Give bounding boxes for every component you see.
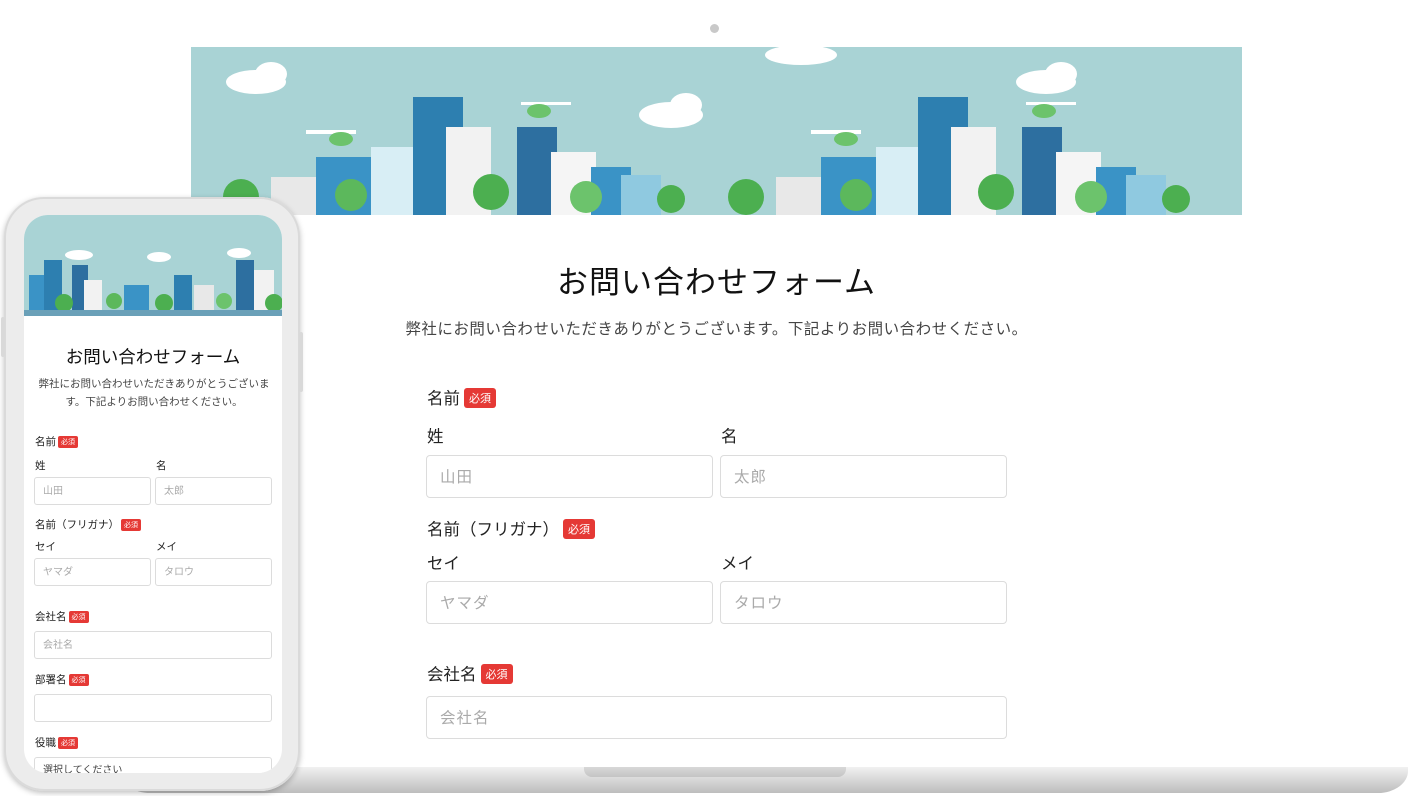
mobile-position-select[interactable]: 選択してください [34, 757, 272, 773]
first-name-label: 名 [721, 427, 738, 446]
required-badge: 必須 [563, 519, 595, 539]
phone-power-button [299, 332, 303, 392]
required-badge: 必須 [68, 674, 89, 686]
required-badge: 必須 [121, 519, 141, 531]
mobile-kana-last-input[interactable] [34, 558, 151, 586]
form-subtitle: 弊社にお問い合わせいただきありがとうございます。下記よりお問い合わせください。 [405, 320, 1028, 338]
phone-volume-button [1, 317, 5, 357]
mobile-company-label: 会社名 必須 [35, 609, 89, 624]
mobile-kana-first-label: メイ [156, 541, 177, 553]
mobile-kana-label: 名前（フリガナ） 必須 [35, 517, 141, 532]
last-name-input[interactable] [426, 455, 713, 498]
mobile-position-label: 役職 必須 [35, 735, 78, 750]
name-label: 名前 必須 [427, 385, 496, 409]
kana-first-input[interactable] [720, 581, 1007, 624]
required-badge: 必須 [480, 664, 513, 684]
last-name-label: 姓 [427, 427, 444, 446]
company-input[interactable] [426, 696, 1007, 739]
kana-label: 名前（フリガナ） 必須 [427, 516, 595, 540]
form-title: お問い合わせフォーム [556, 265, 877, 301]
required-badge: 必須 [58, 737, 78, 749]
city-banner-image [191, 47, 1242, 215]
mobile-first-name-label: 名 [156, 460, 167, 472]
kana-first-label: メイ [721, 554, 754, 573]
required-badge: 必須 [68, 611, 89, 623]
required-badge: 必須 [58, 436, 78, 448]
required-badge: 必須 [464, 388, 496, 408]
laptop-notch [584, 767, 846, 777]
laptop-screen: お問い合わせフォーム 弊社にお問い合わせいただきありがとうございます。下記よりお… [191, 47, 1242, 769]
mobile-kana-first-input[interactable] [155, 558, 272, 586]
mobile-form-subtitle: 弊社にお問い合わせいただきありがとうございます。下記よりお問い合わせください。 [38, 378, 270, 408]
mobile-kana-last-label: セイ [35, 541, 56, 553]
mobile-department-input[interactable] [34, 694, 272, 722]
phone-frame: お問い合わせフォーム 弊社にお問い合わせいただきありがとうございます。下記よりお… [1, 197, 303, 791]
mobile-company-input[interactable] [34, 631, 272, 659]
company-label: 会社名 必須 [427, 661, 513, 685]
mobile-last-name-input[interactable] [34, 477, 151, 505]
kana-last-input[interactable] [426, 581, 713, 624]
mobile-first-name-input[interactable] [155, 477, 272, 505]
mobile-form-title: お問い合わせフォーム [65, 348, 241, 368]
mobile-name-label: 名前 必須 [35, 434, 78, 449]
kana-last-label: セイ [427, 554, 460, 573]
first-name-input[interactable] [720, 455, 1007, 498]
phone-screen: お問い合わせフォーム 弊社にお問い合わせいただきありがとうございます。下記よりお… [24, 215, 282, 773]
mobile-last-name-label: 姓 [35, 460, 46, 472]
mobile-department-label: 部署名 必須 [35, 672, 89, 687]
mobile-city-banner-image [24, 215, 282, 316]
laptop-camera [710, 24, 719, 33]
